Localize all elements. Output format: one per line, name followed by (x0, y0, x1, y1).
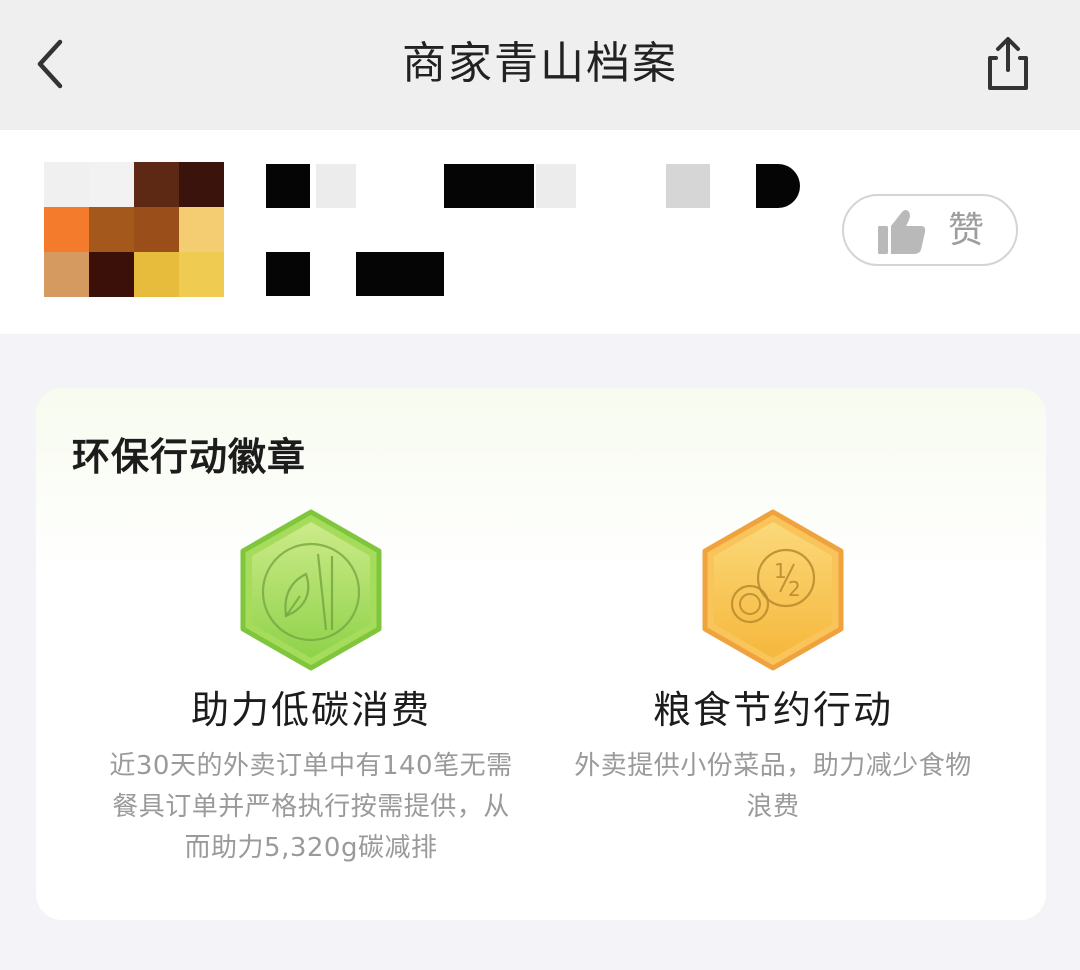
share-icon[interactable] (978, 34, 1038, 94)
like-button[interactable]: 赞 (842, 194, 1018, 266)
merchant-name-redaction (666, 164, 710, 208)
section-title: 环保行动徽章 (72, 435, 307, 479)
merchant-name-redaction (444, 164, 534, 208)
half-portion-icon: 1 2 (702, 509, 844, 671)
svg-text:2: 2 (788, 577, 801, 601)
merchant-info-redaction (356, 252, 444, 296)
merchant-info-redaction (266, 252, 310, 296)
merchant-name-redaction (756, 164, 800, 208)
badge-description: 近30天的外卖订单中有140笔无需餐具订单并严格执行按需提供，从而助力5,320… (109, 751, 513, 863)
merchant-name-redaction (316, 164, 356, 208)
thumbs-up-icon (878, 210, 926, 254)
badge-low-carbon[interactable]: 助力低碳消费 近30天的外卖订单中有140笔无需餐具订单并严格执行按需提供，从而… (76, 508, 546, 869)
page-title: 商家青山档案 (402, 38, 678, 89)
merchant-name-redaction (536, 164, 576, 208)
merchant-logo (44, 162, 224, 297)
badge-food-saving[interactable]: 1 2 粮食节约行动 外卖提供小份菜品，助力减少食物浪费 (538, 508, 1008, 828)
merchant-header: 赞 (0, 130, 1080, 334)
merchant-name-redaction (266, 164, 310, 208)
navigation-bar: 商家青山档案 (0, 0, 1080, 130)
leaf-chopsticks-icon (240, 509, 382, 671)
badge-name: 助力低碳消费 (190, 688, 431, 732)
badge-description: 外卖提供小份菜品，助力减少食物浪费 (574, 751, 972, 822)
like-label: 赞 (948, 210, 985, 251)
badge-name: 粮食节约行动 (652, 688, 893, 732)
eco-badges-card: 环保行动徽章 助力低碳消费 近30天的外卖订单中有140笔无需餐具订单并严格执行… (36, 388, 1046, 920)
svg-text:1: 1 (774, 559, 787, 583)
